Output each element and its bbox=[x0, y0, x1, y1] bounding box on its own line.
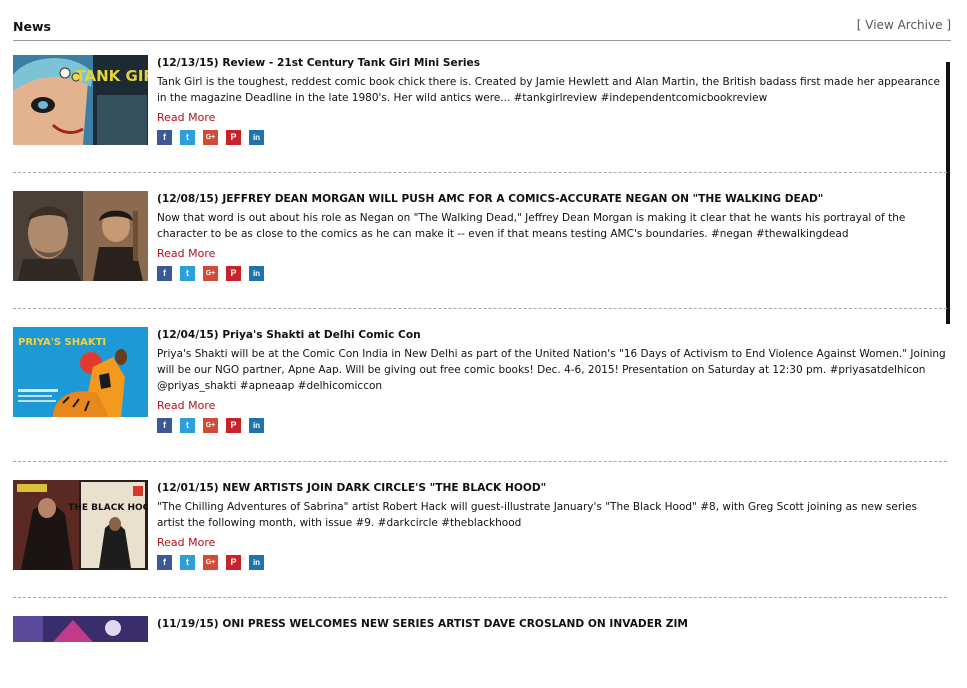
pinterest-icon[interactable]: P bbox=[226, 555, 241, 570]
item-divider bbox=[13, 461, 947, 462]
news-title: (12/13/15) Review - 21st Century Tank Gi… bbox=[157, 57, 481, 69]
news-content: (12/04/15) Priya's Shakti at Delhi Comic… bbox=[157, 326, 947, 433]
news-item: (12/08/15) JEFFREY DEAN MORGAN WILL PUSH… bbox=[13, 190, 947, 308]
thumb-caption: PRIYA'S SHAKTI bbox=[18, 337, 106, 348]
read-more-link[interactable]: Read More bbox=[157, 110, 215, 126]
social-share-bar: f t G+ P in bbox=[157, 418, 947, 433]
facebook-icon[interactable]: f bbox=[157, 130, 172, 145]
twitter-icon[interactable]: t bbox=[180, 418, 195, 433]
social-share-bar: f t G+ P in bbox=[157, 266, 947, 281]
thumb-caption: THE BLACK HOOD bbox=[68, 503, 148, 513]
archive-bracket-close: ] bbox=[946, 18, 951, 32]
google-plus-icon[interactable]: G+ bbox=[203, 130, 218, 145]
twitter-icon[interactable]: t bbox=[180, 266, 195, 281]
news-summary: Priya's Shakti will be at the Comic Con … bbox=[157, 348, 946, 392]
news-thumbnail-priyas-shakti[interactable]: PRIYA'S SHAKTI bbox=[13, 327, 148, 417]
archive-bracket-open: [ bbox=[856, 18, 862, 32]
news-title: (12/04/15) Priya's Shakti at Delhi Comic… bbox=[157, 329, 421, 341]
read-more-link[interactable]: Read More bbox=[157, 398, 215, 414]
news-item: PRIYA'S SHAKTI (12/04/15) Priya's Shakti… bbox=[13, 326, 947, 461]
twitter-icon[interactable]: t bbox=[180, 555, 195, 570]
linkedin-icon[interactable]: in bbox=[249, 555, 264, 570]
tank-girl-image: TANK GIRL bbox=[13, 55, 148, 145]
twitter-icon[interactable]: t bbox=[180, 130, 195, 145]
news-thumbnail-tank-girl[interactable]: TANK GIRL bbox=[13, 55, 148, 145]
news-title: (12/01/15) NEW ARTISTS JOIN DARK CIRCLE'… bbox=[157, 482, 547, 494]
facebook-icon[interactable]: f bbox=[157, 555, 172, 570]
view-archive: [ View Archive ] bbox=[857, 18, 951, 32]
black-hood-image: THE BLACK HOOD bbox=[13, 480, 148, 570]
google-plus-icon[interactable]: G+ bbox=[203, 555, 218, 570]
linkedin-icon[interactable]: in bbox=[249, 130, 264, 145]
news-title: (11/19/15) ONI PRESS WELCOMES NEW SERIES… bbox=[157, 618, 688, 630]
pinterest-icon[interactable]: P bbox=[226, 130, 241, 145]
facebook-icon[interactable]: f bbox=[157, 418, 172, 433]
view-archive-link[interactable]: View Archive bbox=[865, 18, 942, 32]
news-content: (12/13/15) Review - 21st Century Tank Gi… bbox=[157, 54, 947, 145]
pinterest-icon[interactable]: P bbox=[226, 266, 241, 281]
news-item: TANK GIRL (12/13/15) Review - 21st Centu… bbox=[13, 54, 947, 172]
google-plus-icon[interactable]: G+ bbox=[203, 418, 218, 433]
social-share-bar: f t G+ P in bbox=[157, 555, 947, 570]
thumb-caption: TANK GIRL bbox=[75, 67, 148, 85]
priyas-shakti-image: PRIYA'S SHAKTI bbox=[13, 327, 148, 417]
invader-zim-image bbox=[13, 616, 148, 642]
news-header: News [ View Archive ] bbox=[13, 12, 951, 41]
news-summary: Tank Girl is the toughest, reddest comic… bbox=[157, 76, 940, 104]
item-divider bbox=[13, 597, 947, 598]
news-item: THE BLACK HOOD (12/01/15) NEW ARTISTS JO… bbox=[13, 479, 947, 597]
google-plus-icon[interactable]: G+ bbox=[203, 266, 218, 281]
linkedin-icon[interactable]: in bbox=[249, 418, 264, 433]
news-content: (12/01/15) NEW ARTISTS JOIN DARK CIRCLE'… bbox=[157, 479, 947, 570]
facebook-icon[interactable]: f bbox=[157, 266, 172, 281]
read-more-link[interactable]: Read More bbox=[157, 246, 215, 262]
item-divider bbox=[13, 172, 947, 173]
section-title: News bbox=[13, 19, 51, 34]
pinterest-icon[interactable]: P bbox=[226, 418, 241, 433]
negan-image bbox=[13, 191, 148, 281]
linkedin-icon[interactable]: in bbox=[249, 266, 264, 281]
read-more-link[interactable]: Read More bbox=[157, 535, 215, 551]
news-summary: "The Chilling Adventures of Sabrina" art… bbox=[157, 501, 917, 529]
news-thumbnail-invader-zim[interactable] bbox=[13, 616, 148, 642]
social-share-bar: f t G+ P in bbox=[157, 130, 947, 145]
news-summary: Now that word is out about his role as N… bbox=[157, 212, 906, 240]
news-list: TANK GIRL (12/13/15) Review - 21st Centu… bbox=[13, 54, 947, 655]
news-content: (12/08/15) JEFFREY DEAN MORGAN WILL PUSH… bbox=[157, 190, 947, 281]
news-thumbnail-black-hood[interactable]: THE BLACK HOOD bbox=[13, 480, 148, 570]
news-content: (11/19/15) ONI PRESS WELCOMES NEW SERIES… bbox=[157, 615, 947, 635]
news-thumbnail-negan[interactable] bbox=[13, 191, 148, 281]
item-divider bbox=[13, 308, 947, 309]
news-item: (11/19/15) ONI PRESS WELCOMES NEW SERIES… bbox=[13, 615, 947, 655]
news-title: (12/08/15) JEFFREY DEAN MORGAN WILL PUSH… bbox=[157, 193, 824, 205]
